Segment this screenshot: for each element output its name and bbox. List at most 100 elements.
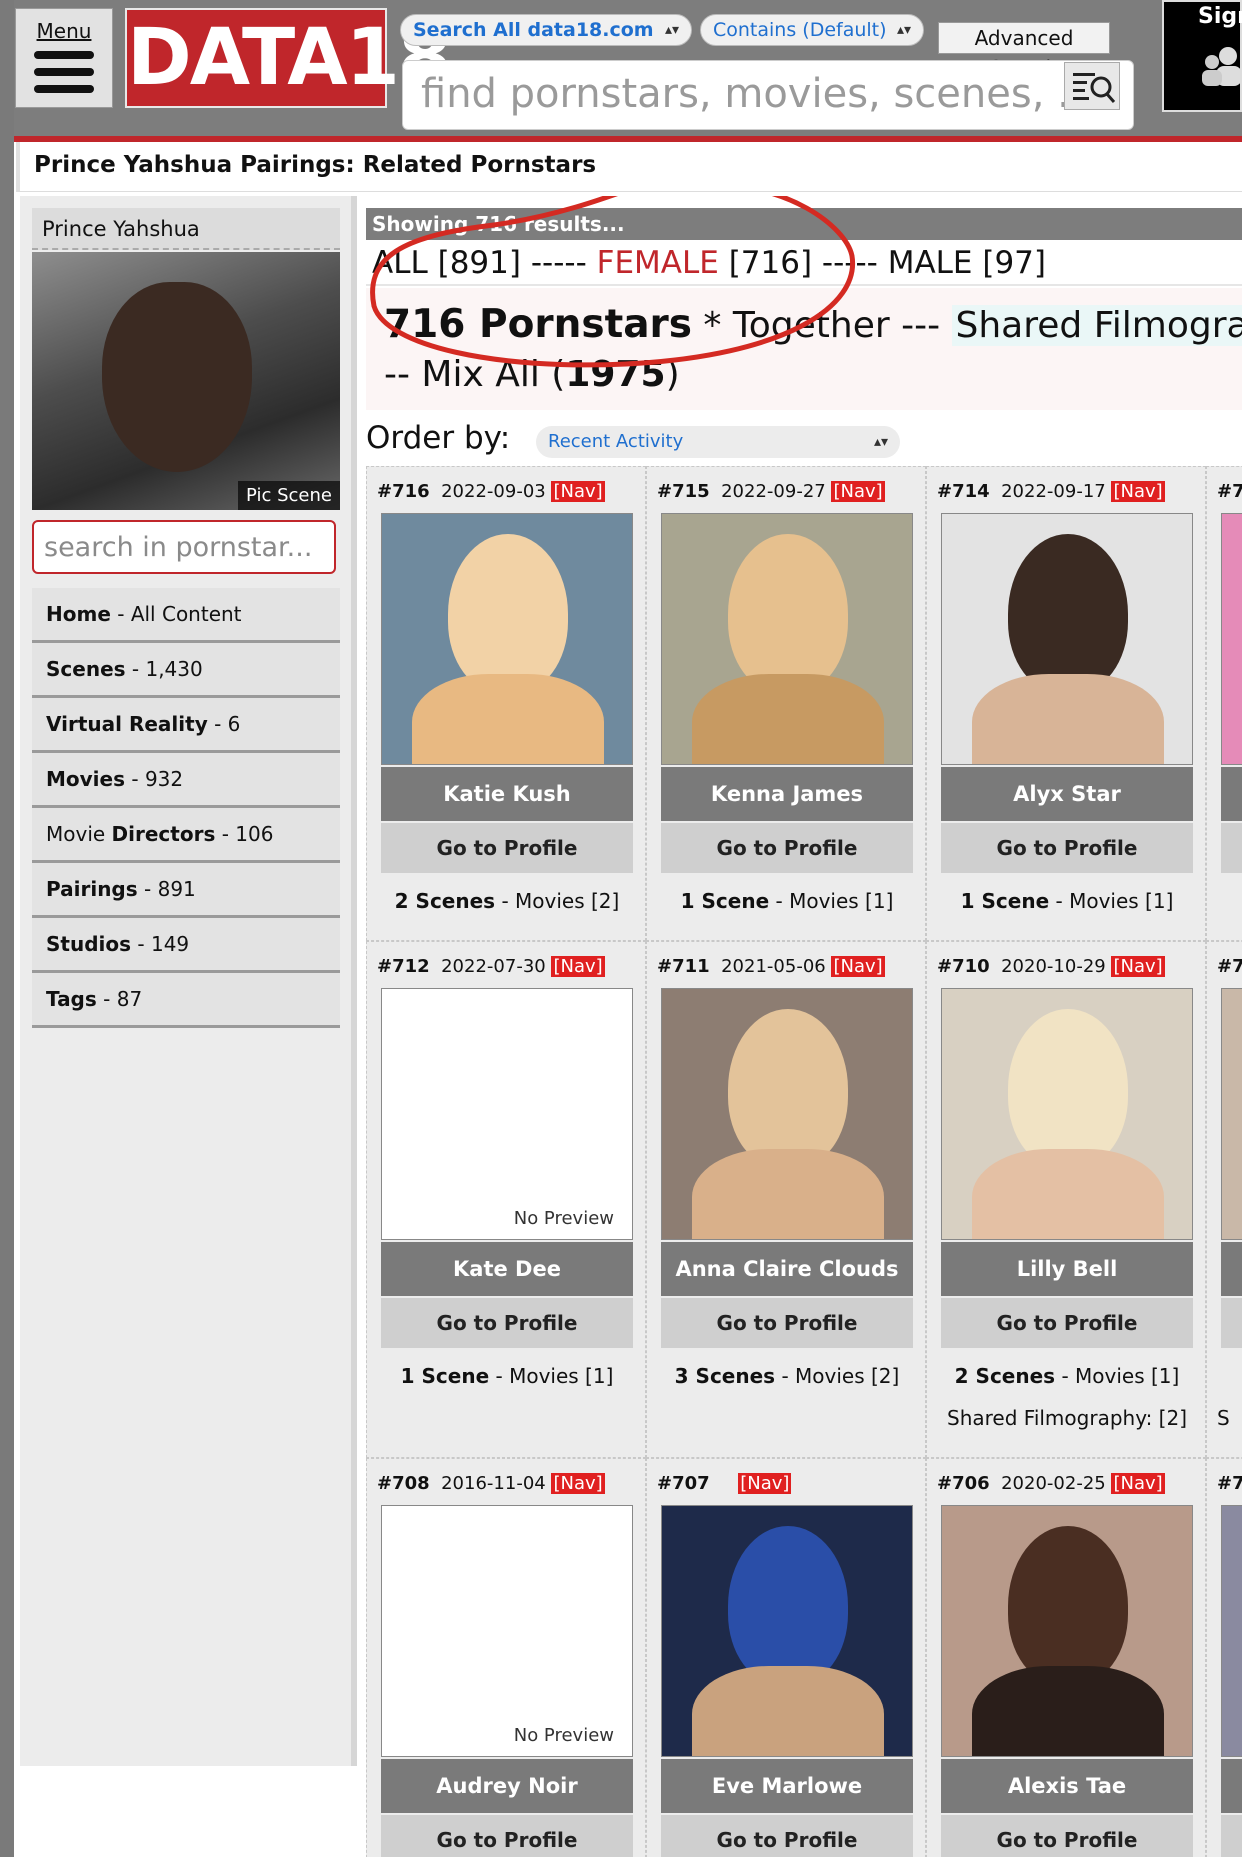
sidebar-menu: Home - All Content Scenes - 1,430 Virtua… [32, 588, 340, 1028]
sidebar-item-studios[interactable]: Studios - 149 [32, 918, 340, 973]
sidebar-item-virtual-reality[interactable]: Virtual Reality - 6 [32, 698, 340, 753]
card-photo[interactable] [1221, 513, 1242, 765]
card-photo[interactable] [661, 1505, 913, 1757]
sidebar: Prince Yahshua Pic Scene search in porns… [20, 196, 357, 1766]
photo-face [728, 1009, 848, 1169]
pornstar-card-partial: #7 S [1206, 941, 1242, 1458]
search-mode-value: Contains (Default) [713, 19, 887, 41]
go-to-profile-button[interactable]: Go to Profile [381, 823, 633, 873]
filter-all[interactable]: ALL [891] [372, 245, 521, 281]
card-movie-count: - Movies [1] [489, 1364, 614, 1388]
card-name[interactable]: Kenna James [661, 767, 913, 821]
card-nav-link[interactable]: [Nav] [1111, 481, 1165, 502]
performer-photo[interactable]: Pic Scene [32, 252, 340, 510]
card-photo[interactable] [941, 988, 1193, 1240]
card-date: 2022-07-30 [441, 956, 546, 977]
go-to-profile-button[interactable]: Go to Profile [661, 823, 913, 873]
card-scene-count: 1 Scene [400, 1364, 490, 1388]
no-preview-label: No Preview [513, 1208, 614, 1229]
card-nav-link[interactable]: [Nav] [831, 481, 885, 502]
sidebar-item-scenes[interactable]: Scenes - 1,430 [32, 643, 340, 698]
card-name[interactable] [1221, 1759, 1242, 1813]
performer-name[interactable]: Prince Yahshua [32, 208, 340, 250]
card-name[interactable]: Alyx Star [941, 767, 1193, 821]
card-nav-link[interactable]: [Nav] [551, 1473, 605, 1494]
headline-line-2[interactable]: -- Mix All (1975) [384, 354, 680, 395]
photo-body [972, 674, 1164, 764]
sign-in-button[interactable]: Sign [1162, 0, 1242, 112]
go-to-profile-button[interactable]: Go to Profile [661, 1815, 913, 1857]
card-name[interactable]: Audrey Noir [381, 1759, 633, 1813]
card-nav-link[interactable]: [Nav] [1111, 956, 1165, 977]
go-to-profile-button[interactable]: Go to Profile [941, 823, 1193, 873]
sidebar-item-home[interactable]: Home - All Content [32, 588, 340, 643]
search-mode-select[interactable]: Contains (Default) ▴▾ [700, 14, 924, 46]
card-photo[interactable]: No Preview [381, 1505, 633, 1757]
menu-button[interactable]: Menu [15, 8, 113, 108]
sidebar-item-count: - 6 [207, 712, 241, 736]
global-search-input[interactable]: find pornstars, movies, scenes, ... [402, 60, 1134, 130]
card-nav-link[interactable]: [Nav] [738, 1473, 792, 1494]
card-name[interactable]: Anna Claire Clouds [661, 1242, 913, 1296]
sidebar-item-prefix: Movie [46, 822, 112, 846]
card-nav-link[interactable]: [Nav] [551, 956, 605, 977]
card-photo[interactable] [661, 513, 913, 765]
headline-line-1: 716 Pornstars * Together --- Shared Film… [384, 302, 1242, 347]
card-stats: 1 Scene - Movies [1] [927, 889, 1207, 913]
go-to-profile-button[interactable]: Go to Profile [661, 1298, 913, 1348]
card-nav-link[interactable]: [Nav] [831, 956, 885, 977]
card-photo[interactable] [1221, 1505, 1242, 1757]
pornstar-card-partial: #7 [1206, 1458, 1242, 1857]
card-header: #712 2022-07-30 [Nav] [377, 956, 605, 977]
card-header: #7 [1217, 481, 1242, 502]
pairings-headline: 716 Pornstars * Together --- Shared Film… [366, 288, 1242, 410]
card-photo[interactable] [1221, 988, 1242, 1240]
sidebar-item-movies[interactable]: Movies - 932 [32, 753, 340, 808]
card-nav-link[interactable]: [Nav] [1111, 1473, 1165, 1494]
card-name[interactable] [1221, 767, 1242, 821]
search-submit-icon[interactable] [1064, 62, 1120, 110]
shared-filmography-link[interactable]: Shared Filmograp [951, 305, 1242, 346]
card-name[interactable]: Katie Kush [381, 767, 633, 821]
sidebar-item-pairings[interactable]: Pairings - 891 [32, 863, 340, 918]
order-by-select[interactable]: Recent Activity ▴▾ [536, 426, 900, 458]
advanced-search-button[interactable]: Advanced Search [938, 22, 1110, 80]
sidebar-item-movie-directors[interactable]: Movie Directors - 106 [32, 808, 340, 863]
filter-male[interactable]: MALE [97] [888, 245, 1046, 281]
go-to-profile-button[interactable] [1221, 1298, 1242, 1348]
card-name[interactable]: Eve Marlowe [661, 1759, 913, 1813]
card-name[interactable]: Lilly Bell [941, 1242, 1193, 1296]
card-photo[interactable] [381, 513, 633, 765]
pornstar-count: 716 Pornstars [384, 302, 692, 347]
card-nav-link[interactable]: [Nav] [551, 481, 605, 502]
sidebar-search-placeholder: search in pornstar... [44, 532, 313, 563]
sidebar-item-tags[interactable]: Tags - 87 [32, 973, 340, 1028]
card-photo[interactable] [941, 513, 1193, 765]
card-photo[interactable] [661, 988, 913, 1240]
card-photo[interactable]: No Preview [381, 988, 633, 1240]
go-to-profile-button[interactable]: Go to Profile [941, 1815, 1193, 1857]
go-to-profile-button[interactable]: Go to Profile [941, 1298, 1193, 1348]
card-stats: 2 Scenes - Movies [1] [927, 1364, 1207, 1388]
card-date: 2020-02-25 [1001, 1473, 1106, 1494]
card-name[interactable]: Kate Dee [381, 1242, 633, 1296]
order-by-value: Recent Activity [548, 431, 684, 452]
filter-female-count: [716] [718, 245, 813, 281]
go-to-profile-button[interactable]: Go to Profile [381, 1298, 633, 1348]
sidebar-search-input[interactable]: search in pornstar... [32, 520, 336, 574]
card-rank: #715 [657, 481, 710, 502]
card-photo[interactable] [941, 1505, 1193, 1757]
card-name[interactable]: Alexis Tae [941, 1759, 1193, 1813]
card-movie-count: - Movies [1] [1055, 1364, 1180, 1388]
search-scope-select[interactable]: Search All data18.com ▴▾ [400, 14, 692, 46]
go-to-profile-button[interactable] [1221, 823, 1242, 873]
go-to-profile-button[interactable] [1221, 1815, 1242, 1857]
card-scene-count: 1 Scene [680, 889, 770, 913]
card-name[interactable] [1221, 1242, 1242, 1296]
card-stats: 2 Scenes - Movies [2] [367, 889, 647, 913]
site-logo[interactable]: DATA18 [125, 8, 452, 108]
go-to-profile-button[interactable]: Go to Profile [381, 1815, 633, 1857]
card-stats: 1 Scene - Movies [1] [367, 1364, 647, 1388]
filter-female[interactable]: FEMALE [597, 245, 719, 281]
pic-scene-label[interactable]: Pic Scene [238, 481, 340, 510]
